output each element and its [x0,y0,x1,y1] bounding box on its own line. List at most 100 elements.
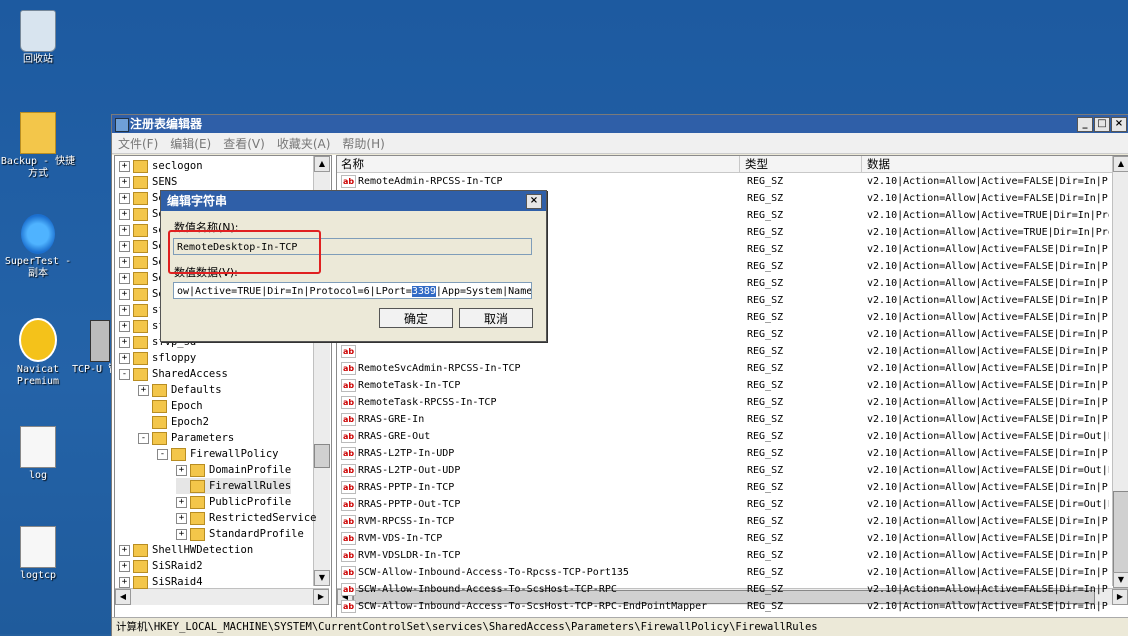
expand-icon[interactable]: + [119,352,130,364]
tree-node-label: DomainProfile [209,464,292,476]
tree-node[interactable]: Epoch [138,398,203,414]
expand-icon[interactable]: + [176,512,187,524]
maximize-button[interactable]: □ [1094,117,1110,132]
tree-node[interactable]: + se [119,222,165,238]
tree-node[interactable]: + DomainProfile [176,462,291,478]
table-row[interactable]: ab RRAS-L2TP-Out-UDP REG_SZ v2.10|Action=Al… [337,462,1128,479]
expand-icon[interactable]: + [119,336,130,348]
menu-item[interactable]: 文件(F) [118,135,158,152]
tree-node[interactable]: - Parameters [138,430,234,446]
tree-node[interactable]: + Se [119,286,165,302]
scroll-left-button[interactable]: ◀ [115,589,131,605]
close-button[interactable]: × [1111,117,1127,132]
tree-node[interactable]: + SENS [119,174,177,190]
expand-icon[interactable]: + [119,304,130,316]
expand-icon[interactable]: + [119,288,130,300]
value-name-field[interactable]: RemoteDesktop-In-TCP [173,238,532,255]
desktop-icon[interactable]: log [0,426,76,482]
expand-icon[interactable]: + [138,384,149,396]
tree-node[interactable]: + Se [119,270,165,286]
tree-node[interactable]: Epoch2 [138,414,209,430]
tree-horizontal-scrollbar[interactable]: ◀ ▶ [115,588,329,605]
tree-node[interactable]: + sfloppy [119,350,196,366]
table-row[interactable]: ab RemoteSvcAdmin-RPCSS-In-TCP REG_SZ v2.10… [337,360,1128,377]
tree-node[interactable]: + ShellHWDetection [119,542,253,558]
menu-item[interactable]: 查看(V) [223,135,265,152]
expand-icon[interactable]: + [119,320,130,332]
table-row[interactable]: ab RRAS-L2TP-In-UDP REG_SZ v2.10|Action=All… [337,445,1128,462]
tree-node[interactable]: FirewallRules [176,478,292,494]
expand-icon[interactable]: + [119,576,130,588]
menu-item[interactable]: 编辑(E) [170,135,211,152]
expand-icon[interactable]: + [119,272,130,284]
collapse-icon[interactable]: - [119,368,130,380]
tree-node[interactable]: + SiSRaid2 [119,558,203,574]
column-data-header[interactable]: 数据 [863,156,1128,172]
expand-icon[interactable]: + [119,560,130,572]
table-row[interactable]: ab RVM-VDSLDR-In-TCP REG_SZ v2.10|Action=Al… [337,547,1128,564]
string-value-icon: ab [341,514,356,528]
tree-node-label: PublicProfile [209,496,292,508]
collapse-icon[interactable]: - [138,432,149,444]
tree-node[interactable]: + RestrictedService [176,510,316,526]
scroll-right-button[interactable]: ▶ [313,589,329,605]
tree-node[interactable]: + SiSRaid4 [119,574,203,590]
column-name-header[interactable]: 名称 [337,156,740,172]
scroll-up-button[interactable]: ▲ [314,156,330,172]
table-row[interactable]: ab RemoteAdmin-RPCSS-In-TCP REG_SZ v2.10|Ac… [337,173,1128,190]
expand-icon[interactable]: + [119,160,130,172]
table-row[interactable]: ab RemoteTask-RPCSS-In-TCP REG_SZ v2.10|Act… [337,394,1128,411]
expand-icon[interactable]: + [119,176,130,188]
tree-node[interactable]: + Se [119,206,165,222]
tree-node[interactable]: + StandardProfile [176,526,304,542]
table-row[interactable]: ab SCW-Allow-Inbound-Access-To-ScsHost-TC… [337,581,1128,598]
expand-icon[interactable]: + [176,496,187,508]
menu-item[interactable]: 收藏夹(A) [277,135,331,152]
column-type-header[interactable]: 类型 [741,156,862,172]
tree-node[interactable]: - FirewallPolicy [157,446,279,462]
table-row[interactable]: ab RRAS-GRE-In REG_SZ v2.10|Action=Allow|Ac… [337,411,1128,428]
minimize-button[interactable]: _ [1077,117,1093,132]
cancel-button[interactable]: 取消 [459,308,533,328]
table-row[interactable]: ab RRAS-GRE-Out REG_SZ v2.10|Action=Allow|A… [337,428,1128,445]
table-row[interactable]: ab SCW-Allow-Inbound-Access-To-Rpcss-TCP-… [337,564,1128,581]
expand-icon[interactable]: + [176,464,187,476]
title-bar[interactable]: 注册表编辑器 _ □ × [112,115,1128,133]
table-row[interactable]: ab RRAS-PPTP-In-TCP REG_SZ v2.10|Action=All… [337,479,1128,496]
table-row[interactable]: ab RVM-RPCSS-In-TCP REG_SZ v2.10|Action=All… [337,513,1128,530]
expand-icon[interactable]: + [176,528,187,540]
tree-node[interactable]: + PublicProfile [176,494,291,510]
desktop-icon[interactable]: SuperTest - 副本 [0,214,76,280]
tree-node[interactable]: + Defaults [138,382,222,398]
table-row[interactable]: ab RRAS-PPTP-Out-TCP REG_SZ v2.10|Action=Al… [337,496,1128,513]
collapse-icon[interactable]: - [157,448,168,460]
table-row[interactable]: ab RVM-VDS-In-TCP REG_SZ v2.10|Action=Allow… [337,530,1128,547]
tree-node[interactable]: + sf [119,302,165,318]
expand-icon[interactable]: + [119,192,130,204]
scroll-down-button[interactable]: ▼ [314,570,330,586]
tree-node[interactable]: + seclogon [119,158,203,174]
value-data-field[interactable]: ow|Active=TRUE|Dir=In|Protocol=6|LPort=3… [173,282,532,299]
menu-item[interactable]: 帮助(H) [342,135,384,152]
tree-node[interactable]: + Se [119,190,165,206]
expand-icon[interactable]: + [119,240,130,252]
dialog-close-button[interactable]: × [526,194,542,209]
expand-icon[interactable]: + [119,256,130,268]
tree-node[interactable]: + sf [119,318,165,334]
scroll-up-button[interactable]: ▲ [1113,156,1128,172]
ok-button[interactable]: 确定 [379,308,453,328]
dialog-title-bar[interactable]: 编辑字符串 × [161,191,546,211]
tree-node[interactable]: + Se [119,238,165,254]
desktop-icon[interactable]: 回收站 [0,10,76,66]
table-row[interactable]: ab RemoteTask-In-TCP REG_SZ v2.10|Action=Al… [337,377,1128,394]
expand-icon[interactable]: + [119,544,130,556]
expand-icon[interactable]: + [119,208,130,220]
scroll-thumb[interactable] [314,444,330,468]
table-row[interactable]: ab REG_SZ v2.10|Action=Allow|Active=FALSE|… [337,343,1128,360]
desktop-icon[interactable]: Backup - 快捷方式 [0,112,76,180]
tree-node[interactable]: - SharedAccess [119,366,228,382]
desktop-icon[interactable]: logtcp [0,526,76,582]
tree-node[interactable]: + Se [119,254,165,270]
expand-icon[interactable]: + [119,224,130,236]
table-row[interactable]: ab SCW-Allow-Inbound-Access-To-ScsHost-TC… [337,598,1128,615]
